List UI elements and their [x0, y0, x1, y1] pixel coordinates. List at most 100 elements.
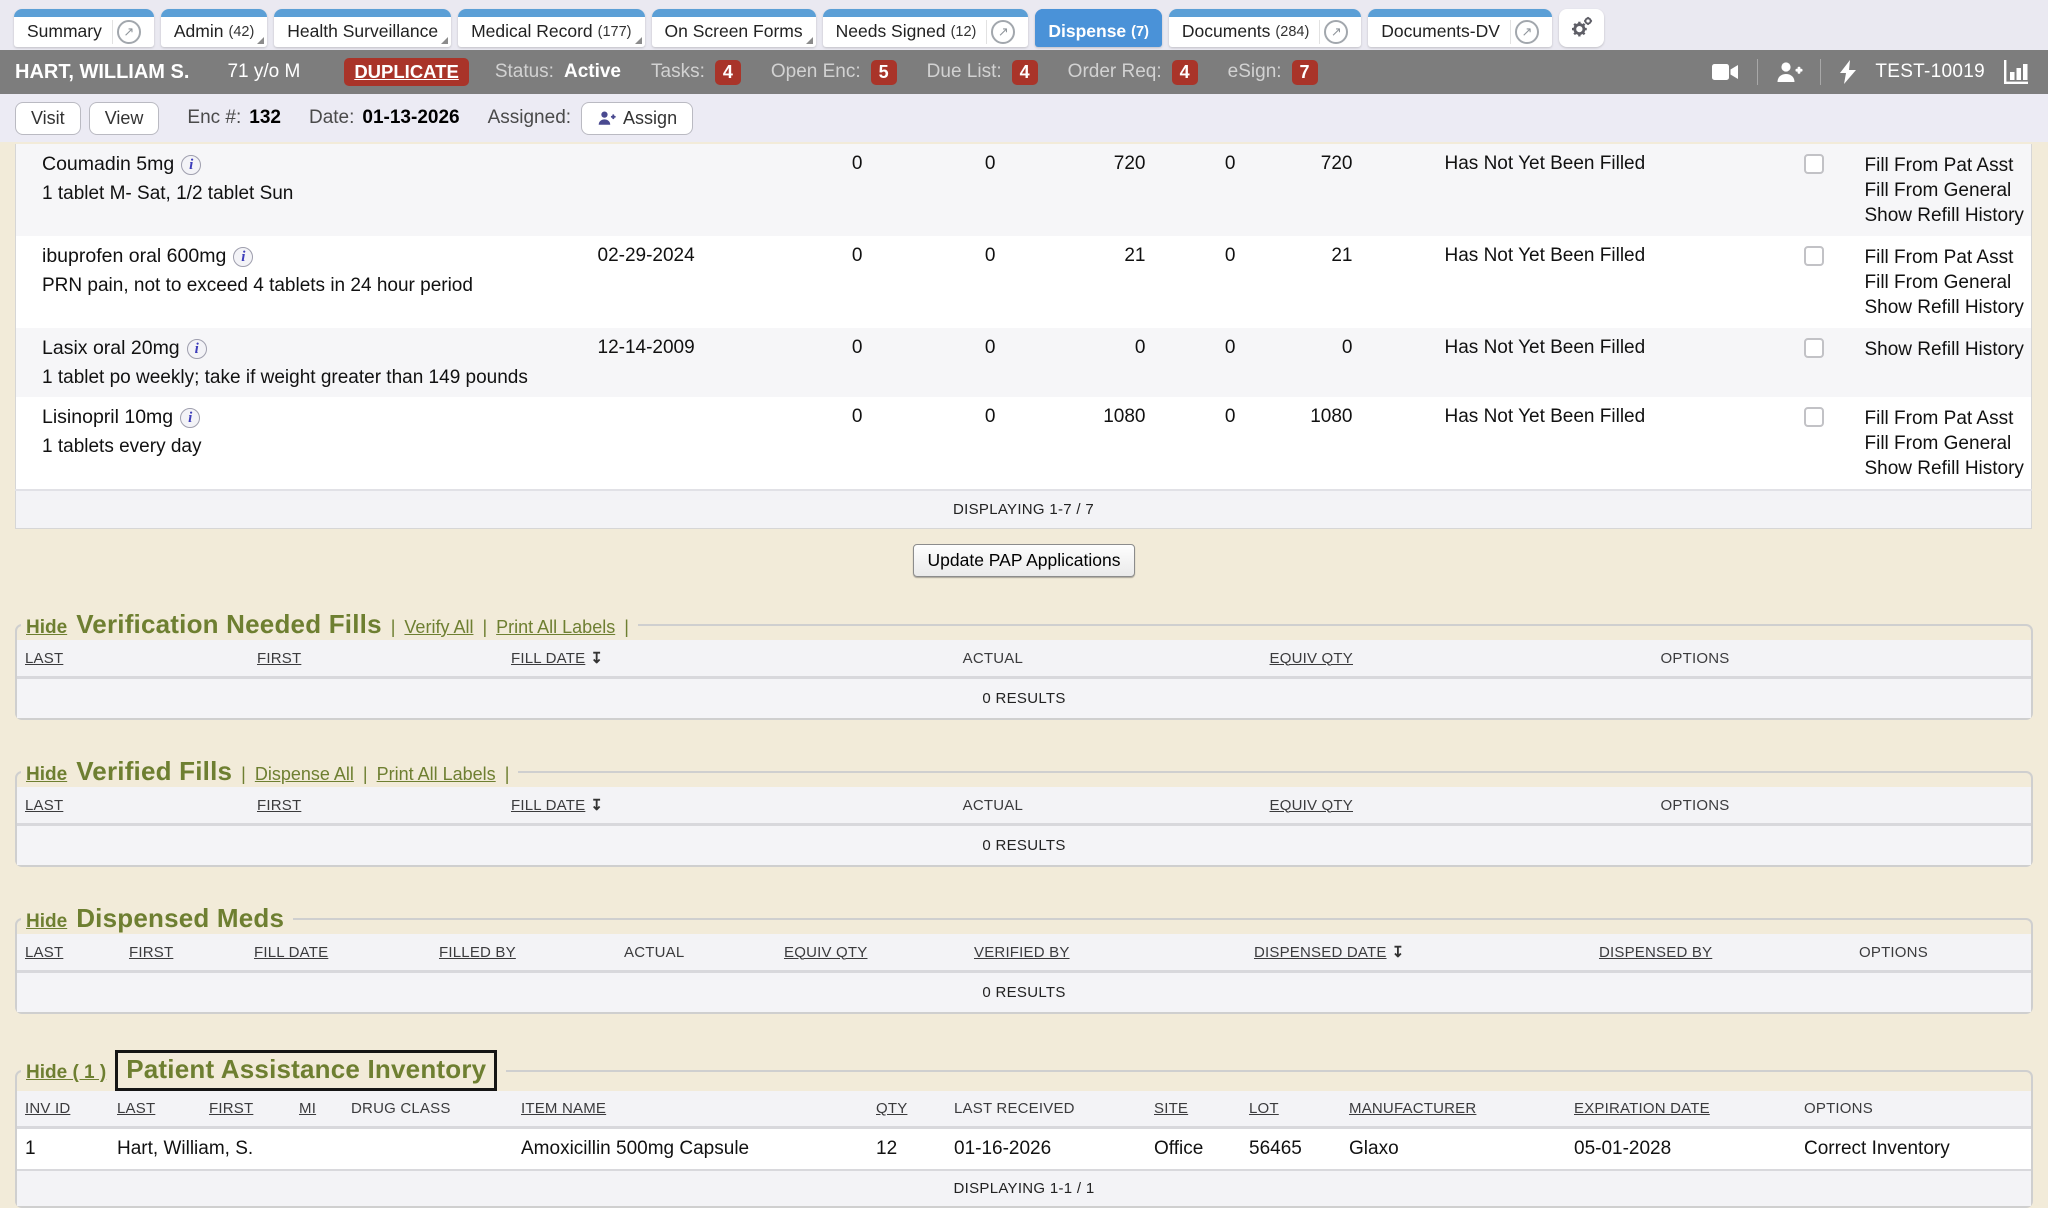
add-person-icon[interactable] — [1775, 59, 1803, 85]
hide-link[interactable]: Hide — [26, 911, 67, 933]
column-header-equiv-qty[interactable]: EQUIV QTY — [1270, 797, 1353, 814]
info-icon[interactable]: i — [180, 408, 200, 428]
fill-from-pat-asst-link[interactable]: Fill From Pat Asst — [1865, 245, 2031, 270]
show-refill-history-link[interactable]: Show Refill History — [1865, 295, 2031, 320]
qty-cell: 0 — [873, 397, 1006, 490]
lightning-icon[interactable] — [1838, 59, 1858, 85]
dropdown-corner-icon[interactable] — [257, 37, 264, 44]
column-header-fill-date[interactable]: FILL DATE — [254, 944, 328, 961]
qty-cell: 0 — [873, 236, 1006, 328]
column-header-verified-by[interactable]: VERIFIED BY — [974, 944, 1070, 961]
column-header-first[interactable]: FIRST — [257, 797, 301, 814]
tab-summary[interactable]: Summary ↗ — [14, 9, 154, 47]
column-header-first[interactable]: FIRST — [129, 944, 173, 961]
column-header-inv-id[interactable]: INV ID — [25, 1100, 70, 1117]
tab-count: (42) — [228, 24, 254, 40]
dispense-all-link[interactable]: Dispense All — [255, 764, 354, 785]
tab-on-screen-forms[interactable]: On Screen Forms — [652, 9, 816, 47]
order-req-count-badge[interactable]: 4 — [1172, 60, 1198, 85]
enc-number-field: Enc #: 132 — [187, 107, 281, 129]
view-button[interactable]: View — [89, 102, 160, 135]
column-header-equiv-qty[interactable]: EQUIV QTY — [1270, 650, 1353, 667]
column-header-last[interactable]: LAST — [25, 944, 63, 961]
external-link-icon[interactable]: ↗ — [1324, 20, 1348, 44]
external-link-icon[interactable]: ↗ — [1515, 20, 1539, 44]
bar-chart-icon[interactable] — [2002, 58, 2030, 86]
column-header-fill-date[interactable]: FILL DATE — [511, 650, 585, 667]
column-header-first[interactable]: FIRST — [257, 650, 301, 667]
hide-link[interactable]: Hide — [26, 764, 67, 786]
results-count: 0 RESULTS — [17, 825, 2031, 866]
tab-health-surveillance[interactable]: Health Surveillance — [274, 9, 451, 47]
enc-number-label: Enc #: — [187, 107, 241, 129]
update-pap-applications-button[interactable]: Update PAP Applications — [913, 544, 1136, 577]
info-icon[interactable]: i — [181, 155, 201, 175]
open-enc-count-badge[interactable]: 5 — [871, 60, 897, 85]
fill-from-general-link[interactable]: Fill From General — [1865, 178, 2031, 203]
fill-from-general-link[interactable]: Fill From General — [1865, 431, 2031, 456]
verify-all-link[interactable]: Verify All — [404, 617, 473, 638]
esign-count-badge[interactable]: 7 — [1292, 60, 1318, 85]
hide-link[interactable]: Hide — [26, 617, 67, 639]
fill-from-pat-asst-link[interactable]: Fill From Pat Asst — [1865, 406, 2031, 431]
fill-status: Has Not Yet Been Filled — [1363, 328, 1803, 397]
column-header-last[interactable]: LAST — [117, 1100, 155, 1117]
tab-medical-record[interactable]: Medical Record (177) — [458, 9, 644, 47]
section-header: Hide ( 1 ) Patient Assistance Inventory — [21, 1050, 506, 1091]
duplicate-badge[interactable]: DUPLICATE — [344, 58, 469, 86]
column-header-site[interactable]: SITE — [1154, 1100, 1188, 1117]
column-header-dispensed-date[interactable]: DISPENSED DATE — [1254, 944, 1387, 961]
column-header-fill-date[interactable]: FILL DATE — [511, 797, 585, 814]
tab-admin[interactable]: Admin (42) — [161, 9, 267, 47]
column-header-last[interactable]: LAST — [25, 797, 63, 814]
column-header-item-name[interactable]: ITEM NAME — [521, 1100, 606, 1117]
column-header-dispensed-by[interactable]: DISPENSED BY — [1599, 944, 1712, 961]
qty-cell: 0 — [873, 328, 1006, 397]
info-icon[interactable]: i — [187, 339, 207, 359]
column-header-mi[interactable]: MI — [299, 1100, 316, 1117]
column-header-qty[interactable]: QTY — [876, 1100, 907, 1117]
fill-from-general-link[interactable]: Fill From General — [1865, 270, 2031, 295]
row-checkbox[interactable] — [1804, 154, 1824, 174]
column-header-equiv-qty[interactable]: EQUIV QTY — [784, 944, 867, 961]
row-checkbox[interactable] — [1804, 407, 1824, 427]
column-header-filled-by[interactable]: FILLED BY — [439, 944, 516, 961]
row-checkbox[interactable] — [1804, 246, 1824, 266]
external-link-icon[interactable]: ↗ — [117, 20, 141, 44]
video-camera-icon[interactable] — [1710, 60, 1740, 84]
column-header-options: OPTIONS — [1661, 797, 1730, 814]
print-all-labels-link[interactable]: Print All Labels — [377, 764, 496, 785]
column-header-lot[interactable]: LOT — [1249, 1100, 1279, 1117]
column-header-expiration-date[interactable]: EXPIRATION DATE — [1574, 1100, 1710, 1117]
tab-documents-dv[interactable]: Documents-DV ↗ — [1368, 9, 1552, 47]
column-header-manufacturer[interactable]: MANUFACTURER — [1349, 1100, 1476, 1117]
column-header-last[interactable]: LAST — [25, 650, 63, 667]
correct-inventory-link[interactable]: Correct Inventory — [1792, 1128, 2031, 1171]
tab-accent-strip — [14, 9, 154, 17]
tab-settings-button[interactable] — [1559, 9, 1604, 47]
tab-needs-signed[interactable]: Needs Signed (12) ↗ — [823, 9, 1029, 47]
print-all-labels-link[interactable]: Print All Labels — [496, 617, 615, 638]
tasks-count-badge[interactable]: 4 — [715, 60, 741, 85]
dropdown-corner-icon[interactable] — [635, 37, 642, 44]
visit-button[interactable]: Visit — [15, 102, 81, 135]
tab-dispense[interactable]: Dispense (7) — [1035, 9, 1162, 47]
show-refill-history-link[interactable]: Show Refill History — [1865, 203, 2031, 228]
row-checkbox[interactable] — [1804, 338, 1824, 358]
tab-bar: Summary ↗ Admin (42) Health Surveillance… — [0, 0, 2048, 50]
last-received-cell: 01-16-2026 — [942, 1128, 1142, 1171]
dropdown-corner-icon[interactable] — [441, 37, 448, 44]
info-icon[interactable]: i — [233, 247, 253, 267]
dropdown-corner-icon[interactable] — [806, 37, 813, 44]
show-refill-history-link[interactable]: Show Refill History — [1865, 337, 2031, 362]
toolbar-divider — [1820, 59, 1821, 85]
hide-link[interactable]: Hide ( 1 ) — [26, 1062, 106, 1084]
external-link-icon[interactable]: ↗ — [991, 20, 1015, 44]
fill-from-pat-asst-link[interactable]: Fill From Pat Asst — [1865, 153, 2031, 178]
assigned-field: Assigned: — [488, 107, 571, 129]
tab-documents[interactable]: Documents (284) ↗ — [1169, 9, 1361, 47]
due-list-count-badge[interactable]: 4 — [1012, 60, 1038, 85]
column-header-first[interactable]: FIRST — [209, 1100, 253, 1117]
assign-button[interactable]: Assign — [581, 102, 693, 135]
show-refill-history-link[interactable]: Show Refill History — [1865, 456, 2031, 481]
